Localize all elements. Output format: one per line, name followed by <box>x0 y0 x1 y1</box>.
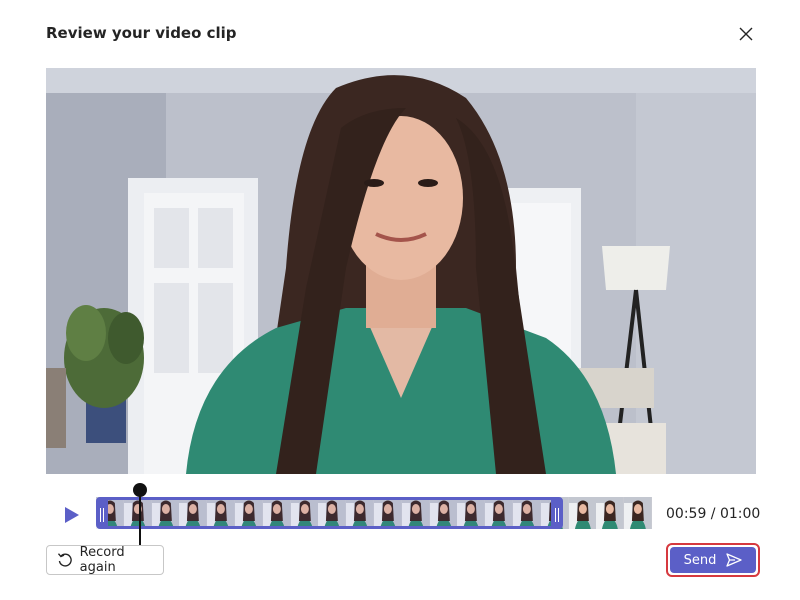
send-button[interactable]: Send <box>670 547 756 573</box>
trim-selection[interactable] <box>96 497 564 529</box>
send-icon <box>726 553 743 567</box>
filmstrip-thumbnail <box>596 497 625 529</box>
play-icon <box>65 507 79 523</box>
filmstrip-thumbnail <box>624 497 652 529</box>
trim-handle-end[interactable] <box>555 508 560 522</box>
trim-handle-start[interactable] <box>100 508 104 522</box>
video-frame <box>46 68 756 474</box>
close-icon <box>739 27 753 41</box>
dialog-title: Review your video clip <box>46 24 237 42</box>
time-readout: 00:59 / 01:00 <box>666 506 761 522</box>
record-again-button[interactable]: Record again <box>46 545 164 575</box>
timeline[interactable] <box>96 483 652 547</box>
filmstrip-thumbnail <box>568 497 597 529</box>
playhead-line[interactable] <box>139 491 142 547</box>
video-preview[interactable] <box>46 68 756 474</box>
record-again-label: Record again <box>79 545 125 575</box>
playhead-handle[interactable] <box>133 483 148 497</box>
close-button[interactable] <box>734 22 758 46</box>
undo-icon <box>57 553 72 567</box>
send-label: Send <box>683 552 717 568</box>
play-button[interactable] <box>58 502 84 528</box>
player-controls: 00:59 / 01:00 <box>0 483 800 547</box>
